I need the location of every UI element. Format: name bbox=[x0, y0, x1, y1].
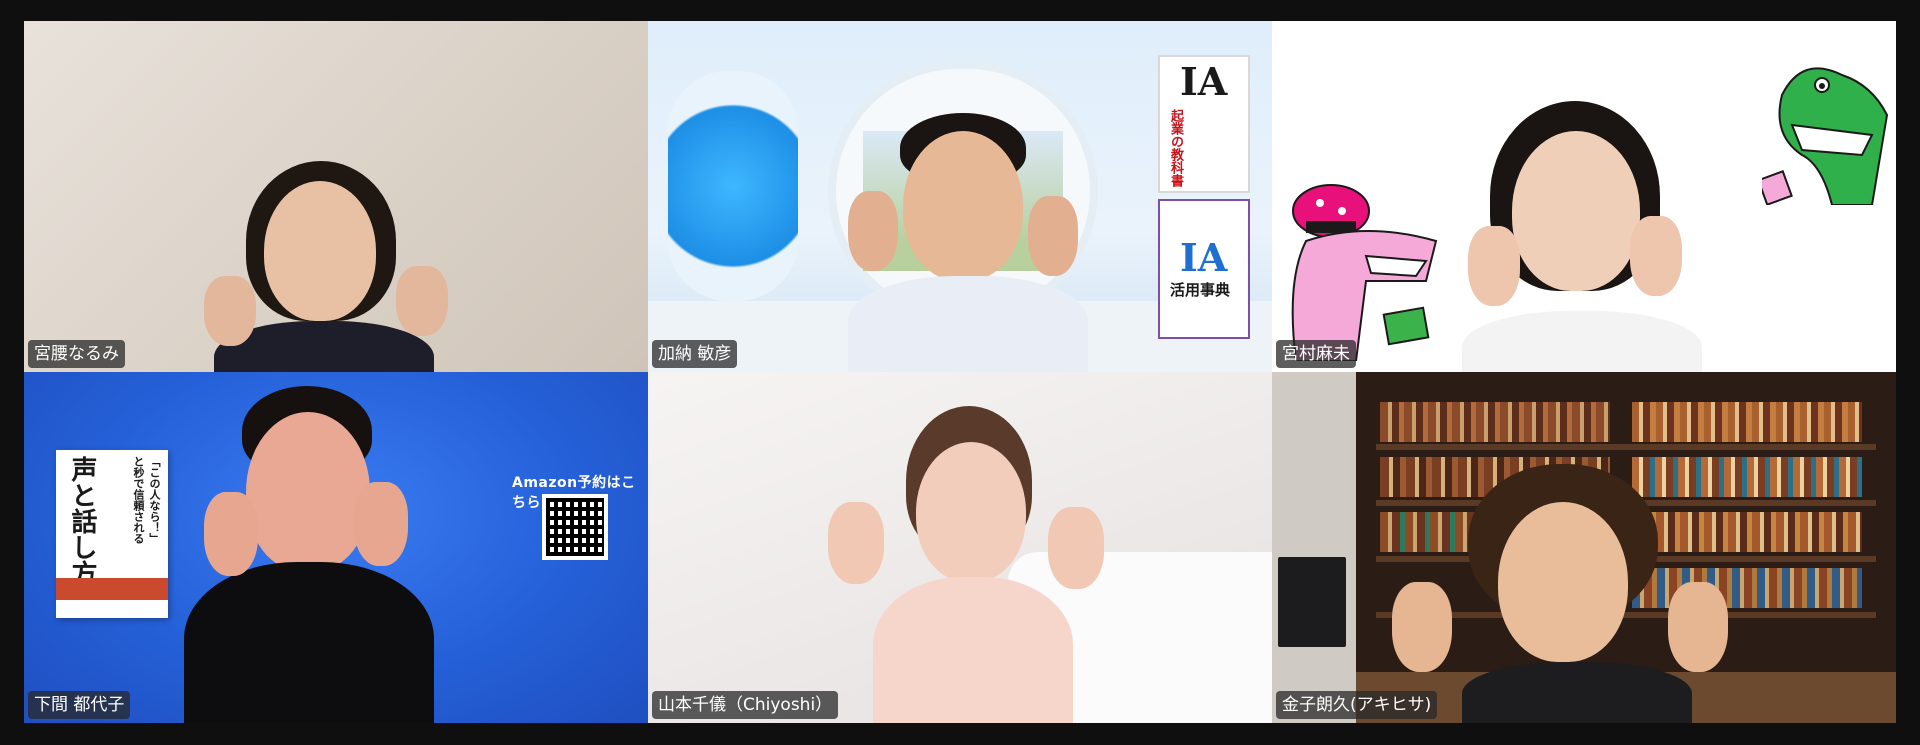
hand bbox=[1392, 582, 1452, 672]
participant-name-label: 金子朗久(アキヒサ) bbox=[1276, 691, 1438, 719]
participant-video bbox=[648, 372, 1272, 723]
face bbox=[916, 442, 1026, 582]
participant-video bbox=[24, 21, 648, 372]
hand bbox=[1668, 582, 1728, 672]
hand bbox=[1630, 216, 1682, 296]
face bbox=[246, 412, 370, 572]
face bbox=[1512, 131, 1640, 291]
participant-name-label: 宮村麻未 bbox=[1276, 340, 1356, 368]
participant-tile-3[interactable]: 宮村麻未 bbox=[1272, 21, 1896, 372]
qr-code-icon[interactable] bbox=[542, 494, 608, 560]
participant-grid: 宮腰なるみ IA 起業の教科書 IA 活用事典 加納 敏彦 宮村麻未 「この人な… bbox=[24, 21, 1896, 723]
book-title: IA bbox=[1180, 235, 1228, 280]
book-subtitle: 起業の教科書 bbox=[1168, 109, 1183, 187]
participant-tile-2[interactable]: IA 起業の教科書 IA 活用事典 加納 敏彦 bbox=[648, 21, 1272, 372]
participant-name-label: 山本千儀（Chiyoshi） bbox=[652, 691, 839, 719]
participant-tile-6[interactable]: 金子朗久(アキヒサ) bbox=[1272, 372, 1896, 723]
participant-name-label: 下間 都代子 bbox=[28, 691, 131, 719]
participant-video bbox=[1272, 372, 1896, 723]
book-cover-ia-jiten: IA 活用事典 bbox=[1158, 199, 1250, 339]
video-call-window: 宮腰なるみ IA 起業の教科書 IA 活用事典 加納 敏彦 宮村麻未 「この人な… bbox=[0, 0, 1920, 745]
book-subtitle: 活用事典 bbox=[1170, 281, 1231, 299]
hand bbox=[204, 276, 256, 346]
book-title: IA bbox=[1180, 59, 1228, 104]
torso bbox=[1462, 311, 1702, 372]
hand bbox=[396, 266, 448, 336]
face bbox=[264, 181, 376, 321]
participant-tile-5[interactable]: 山本千儀（Chiyoshi） bbox=[648, 372, 1272, 723]
hand bbox=[828, 502, 884, 584]
face bbox=[903, 131, 1023, 281]
participant-tile-1[interactable]: 宮腰なるみ bbox=[24, 21, 648, 372]
book-cover-ia-kigyou: IA 起業の教科書 bbox=[1158, 55, 1250, 193]
hand bbox=[1468, 226, 1520, 306]
torso bbox=[873, 577, 1073, 723]
torso bbox=[848, 276, 1088, 372]
participant-name-label: 加納 敏彦 bbox=[652, 340, 738, 368]
participant-name-label: 宮腰なるみ bbox=[28, 340, 125, 368]
participant-video bbox=[1272, 21, 1896, 372]
face bbox=[1498, 502, 1628, 662]
participant-tile-4[interactable]: 「この人なら！」と秒で信頼される 声と話し方 Amazon予約はこちら 下間 都… bbox=[24, 372, 648, 723]
hand bbox=[204, 492, 258, 576]
hand bbox=[848, 191, 898, 271]
hand bbox=[354, 482, 408, 566]
hand bbox=[1028, 196, 1078, 276]
torso bbox=[184, 562, 434, 723]
qr-pattern bbox=[546, 498, 604, 556]
torso bbox=[1462, 662, 1692, 723]
hand bbox=[1048, 507, 1104, 589]
